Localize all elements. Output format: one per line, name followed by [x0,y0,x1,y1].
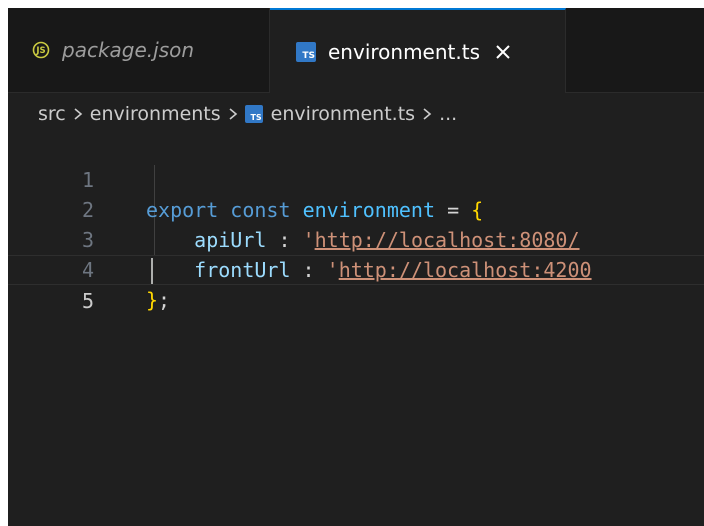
chevron-right-icon [229,108,237,120]
tab-package-json[interactable]: JS package.json [8,8,270,92]
close-icon[interactable] [492,41,514,63]
code-content: }; [146,285,170,315]
code-line-current[interactable]: 5 [8,255,704,313]
breadcrumb-label: environments [89,103,221,125]
tab-bar: JS package.json TS environment.ts [8,8,704,93]
breadcrumb-item-symbols[interactable]: ... [439,103,457,125]
tab-label: environment.ts [328,39,480,64]
line-number: 5 [81,289,94,313]
json-icon: JS [32,41,50,59]
brace-token: } [146,288,159,312]
code-line[interactable]: 1 export const environment = { [8,135,704,222]
typescript-icon: TS [244,105,263,123]
code-editor[interactable]: 1 export const environment = { 2 apiUrl … [8,135,704,526]
window-border-left [0,0,8,526]
code-line[interactable]: 2 apiUrl : 'http://localhost:8080/ [8,165,704,252]
chevron-right-icon [423,108,432,120]
editor-window: JS package.json TS environment.ts src en… [0,0,704,526]
punctuation-token: ; [158,288,171,312]
typescript-icon: TS [296,41,316,62]
breadcrumb-label: ... [439,103,458,125]
svg-text:JS: JS [35,46,45,56]
chevron-right-icon [74,108,82,120]
tab-label: package.json [62,38,195,62]
tab-environment-ts[interactable]: TS environment.ts [270,8,566,93]
breadcrumb: src environments TS environment.ts ... [8,93,704,135]
code-line[interactable]: 4 }; [8,225,704,312]
code-line[interactable]: 3 frontUrl : 'http://localhost:4200 [8,195,704,282]
text-cursor [151,258,153,284]
breadcrumb-item-environment-ts[interactable]: TS environment.ts [244,103,416,125]
breadcrumb-label: src [38,103,66,125]
breadcrumb-item-environments[interactable]: environments [90,103,221,125]
breadcrumb-label: environment.ts [270,103,416,125]
window-border-top [0,0,704,8]
breadcrumb-item-src[interactable]: src [38,103,66,125]
